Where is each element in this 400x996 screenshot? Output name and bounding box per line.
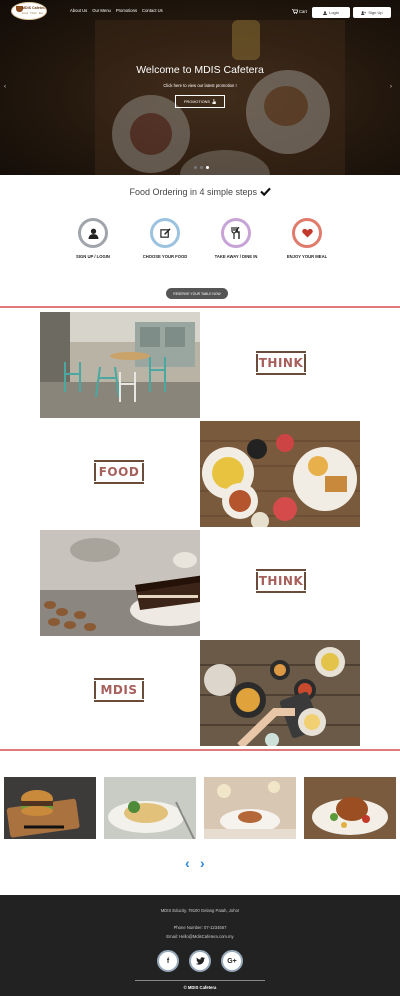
hero-subtitle[interactable]: Click here to view our latest promotion …	[0, 83, 400, 88]
carousel-dot[interactable]	[200, 166, 203, 169]
divider	[0, 749, 400, 751]
burger-image[interactable]	[4, 777, 96, 839]
divider	[0, 306, 400, 308]
utensils-icon	[221, 218, 251, 248]
step-label: CHOOSE YOUR FOOD	[142, 254, 188, 259]
facebook-icon[interactable]: f	[157, 950, 179, 972]
google-plus-icon[interactable]: G+	[221, 950, 243, 972]
user-icon	[78, 218, 108, 248]
carousel-indicators	[194, 166, 209, 169]
user-icon	[323, 10, 328, 15]
twitter-icon[interactable]	[189, 950, 211, 972]
fine-dining-image[interactable]	[204, 777, 296, 839]
cafe-interior-image	[40, 312, 200, 418]
breakfast-table-image	[200, 421, 360, 527]
signup-button[interactable]: Sign Up	[353, 7, 391, 18]
carousel-prev-icon[interactable]: ‹	[185, 855, 190, 871]
hero-title: Welcome to MDIS Cafetera	[136, 64, 264, 76]
nav-about-us[interactable]: About Us	[70, 8, 87, 13]
footer-address: MDIS Educity, 79100 Gelang Patah, Johor	[160, 908, 240, 913]
cart-label: Cart	[299, 9, 307, 14]
promotions-button[interactable]: PROMOTIONS	[175, 95, 225, 108]
promotions-label: PROMOTIONS	[184, 99, 210, 104]
heart-icon	[292, 218, 322, 248]
carousel-prev-icon[interactable]: ‹	[4, 84, 6, 90]
step-take-away: TAKE AWAY / DINE IN	[206, 218, 266, 259]
logo-tagline: Food · Think · Eat	[22, 12, 43, 15]
carousel-dot[interactable]	[194, 166, 197, 169]
nav-contact-us[interactable]: Contact Us	[142, 8, 163, 13]
footer-divider	[135, 980, 265, 981]
steps-title: Food Ordering in 4 simple steps	[129, 187, 258, 197]
step-label: SIGN UP / LOGIN	[76, 254, 110, 259]
step-enjoy: ENJOY YOUR MEAL	[277, 218, 337, 259]
cart-icon	[292, 9, 298, 14]
pasta-image[interactable]	[104, 777, 196, 839]
carousel-next-icon[interactable]: ›	[390, 84, 392, 90]
nav-our-menu[interactable]: Our Menu	[92, 8, 111, 13]
footer-email[interactable]: Email: Hello@MdisCafetera.com.my	[0, 934, 400, 939]
login-button[interactable]: Login	[312, 7, 350, 18]
chocolate-cake-image	[40, 530, 200, 636]
nav-promotions[interactable]: Promotions	[116, 8, 137, 13]
steps-heading: Food Ordering in 4 simple steps	[0, 187, 400, 197]
login-label: Login	[329, 10, 339, 15]
logo[interactable]: MDIS Cafetera Food · Think · Eat	[11, 2, 47, 20]
step-label: ENJOY YOUR MEAL	[286, 254, 328, 259]
hand-pointer-icon	[212, 99, 216, 104]
main-nav: About Us Our Menu Promotions Contact Us	[70, 8, 163, 13]
signup-label: Sign Up	[368, 10, 383, 15]
carousel-next-icon[interactable]: ›	[200, 855, 205, 871]
reserve-table-button[interactable]: RESERVE YOUR TABLE NOW	[166, 288, 228, 299]
step-choose-food: CHOOSE YOUR FOOD	[135, 218, 195, 259]
cart-link[interactable]: Cart	[292, 9, 307, 14]
user-plus-icon	[361, 10, 367, 15]
edit-icon	[150, 218, 180, 248]
word-think: THINK	[256, 569, 306, 593]
step-label: TAKE AWAY / DINE IN	[214, 254, 258, 259]
word-mdis: MDIS	[94, 678, 144, 702]
word-think: THINK	[256, 351, 306, 375]
chicken-dish-image[interactable]	[304, 777, 396, 839]
footer-copyright: © MDIS Cafetera	[183, 985, 217, 990]
footer-phone: Phone Number: 07-1234567	[173, 925, 227, 930]
carousel-dot-active[interactable]	[206, 166, 209, 169]
step-signup: SIGN UP / LOGIN	[63, 218, 123, 259]
checkmark-icon	[259, 187, 271, 197]
logo-name: MDIS Cafetera	[22, 6, 47, 10]
word-food: FOOD	[94, 460, 144, 484]
shared-dishes-image	[200, 640, 360, 746]
